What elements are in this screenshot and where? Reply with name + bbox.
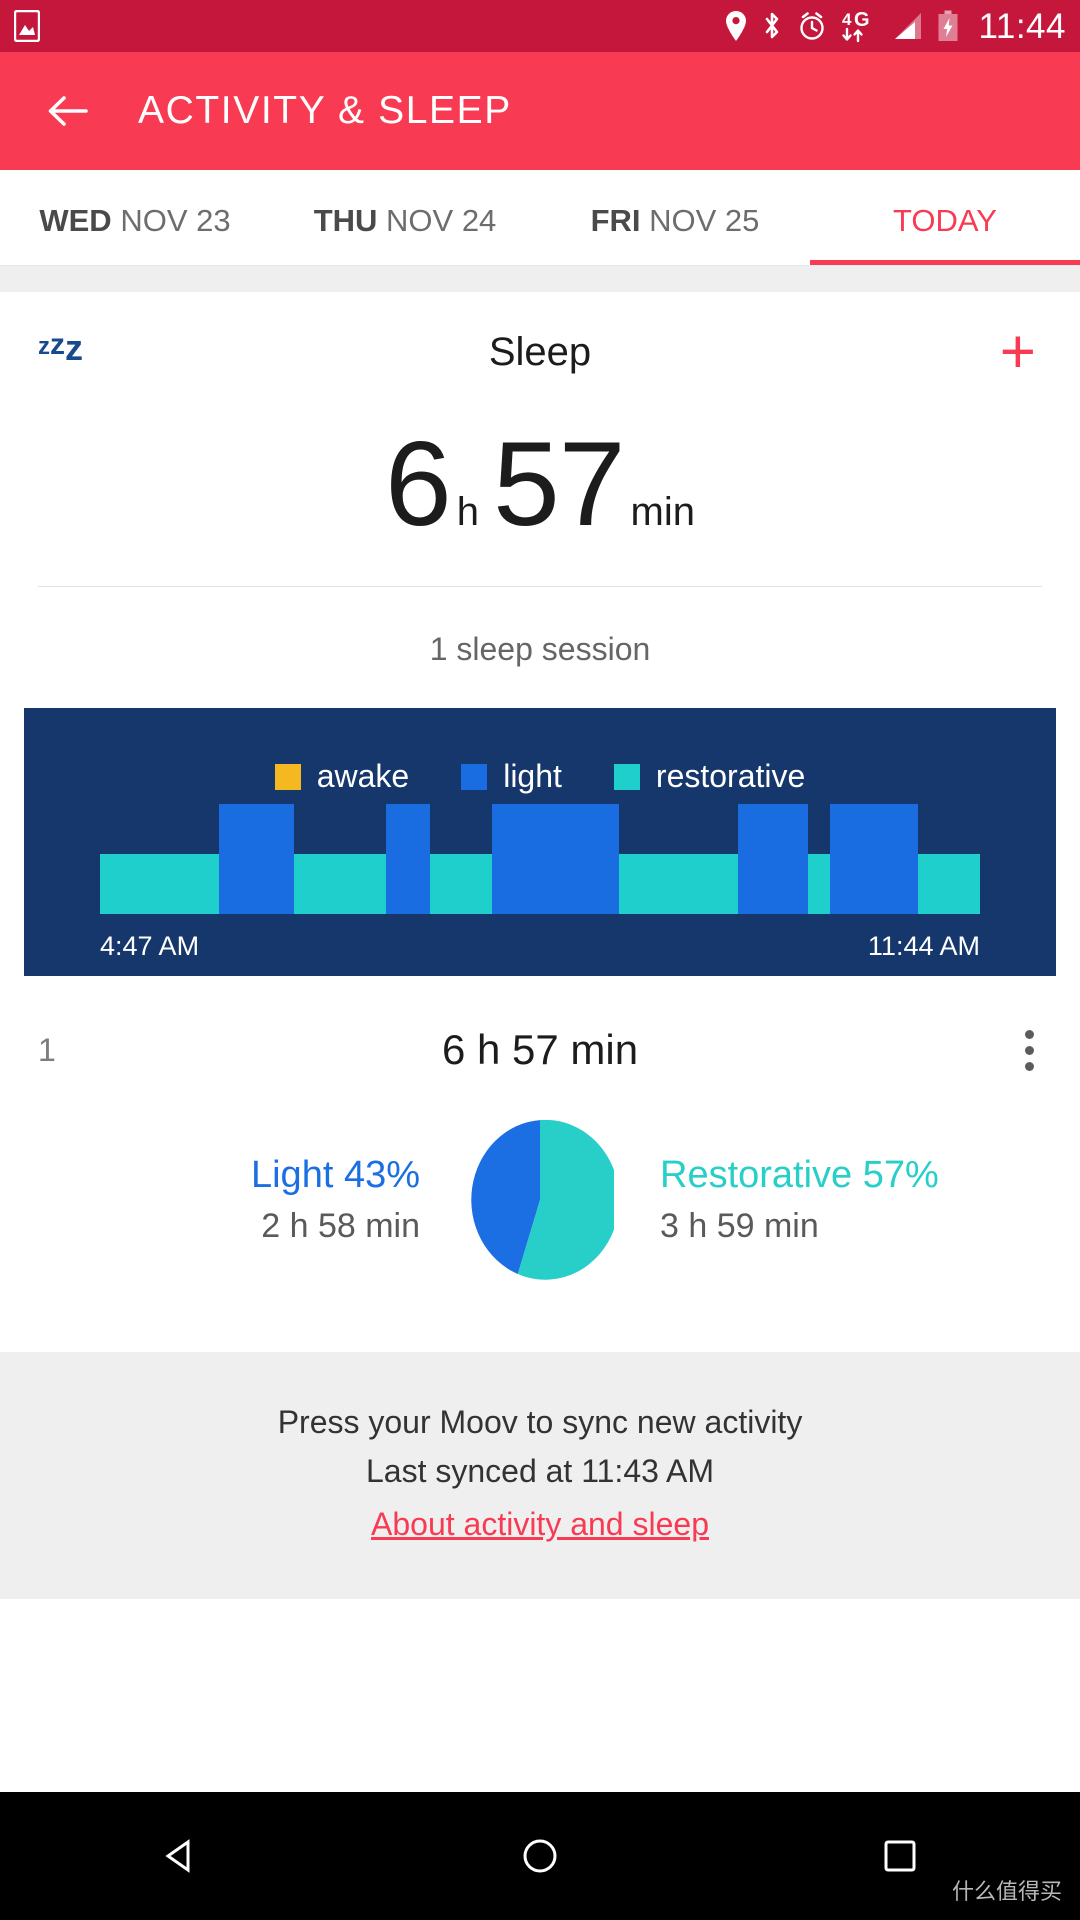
hypnogram-segment-light	[218, 804, 294, 914]
zzz-icon: zzz	[38, 327, 83, 368]
tab-dow: FRI	[590, 203, 641, 238]
sleep-session-count: 1 sleep session	[429, 631, 651, 667]
network-4g-icon: 4 G	[841, 9, 879, 43]
sleep-hours-unit: h	[456, 490, 480, 534]
hypnogram-segment-light	[385, 804, 430, 914]
overflow-menu-icon[interactable]	[1017, 1022, 1042, 1079]
legend-item-light: light	[461, 758, 562, 795]
pie-light-duration: 2 h 58 min	[261, 1206, 420, 1245]
legend-swatch-light	[461, 763, 488, 790]
sleep-minutes-value: 57	[493, 417, 625, 551]
tab-date: NOV 25	[649, 203, 760, 238]
app-bar: ACTIVITY & SLEEP	[0, 52, 1080, 170]
sleep-minutes-unit: min	[630, 490, 695, 534]
last-synced-text: Last synced at 11:43 AM	[365, 1453, 715, 1489]
legend-item-awake: awake	[274, 758, 410, 795]
chart-legend: awake light restorative	[24, 708, 1056, 795]
nav-home-icon[interactable]	[465, 1834, 615, 1878]
pie-legend-restorative: Restorative 57% 3 h 59 min	[660, 1152, 980, 1248]
legend-swatch-awake	[274, 763, 301, 790]
main-content: zzz Sleep + 6 h 57 min 1 sleep session a…	[0, 266, 1080, 1599]
hypnogram-segment-restorative	[293, 853, 386, 914]
legend-label-awake: awake	[316, 758, 410, 794]
nav-recents-icon[interactable]	[825, 1834, 975, 1878]
pie-restorative-duration: 3 h 59 min	[660, 1206, 819, 1245]
hypnogram-segment-restorative	[918, 853, 980, 914]
svg-text:4: 4	[842, 10, 852, 29]
legend-label-light: light	[503, 758, 562, 794]
add-sleep-button[interactable]: +	[1000, 321, 1036, 383]
tab-date: NOV 24	[386, 203, 497, 238]
status-bar-right: 4 G 11:44	[725, 9, 1067, 44]
bluetooth-icon	[761, 10, 783, 42]
tab-today[interactable]: TODAY	[810, 203, 1080, 265]
sleep-session-row[interactable]: 1 6 h 57 min	[0, 994, 1080, 1106]
chart-axis-start-time: 4:47 AM	[100, 931, 200, 961]
sleep-total-duration: 6 h 57 min	[0, 412, 1080, 586]
pie-restorative-percent: Restorative 57%	[660, 1154, 939, 1197]
hypnogram-bars	[100, 804, 980, 914]
chart-axis-end-time: 11:44 AM	[867, 931, 980, 961]
sync-footer: Press your Moov to sync new activity Las…	[0, 1352, 1080, 1599]
android-nav-bar: 什么值得买	[0, 1792, 1080, 1920]
location-pin-icon	[725, 10, 747, 42]
sleep-hypnogram-chart[interactable]: awake light restorative 4:47 AM 11:44 AM	[24, 708, 1056, 976]
about-activity-sleep-link[interactable]: About activity and sleep	[371, 1506, 709, 1543]
page-title: ACTIVITY & SLEEP	[138, 89, 512, 132]
sleep-card-header: zzz Sleep +	[0, 292, 1080, 412]
watermark: 什么值得买	[951, 1879, 1062, 1904]
pie-light-percent: Light 43%	[250, 1154, 420, 1197]
legend-item-restorative: restorative	[613, 758, 806, 795]
hypnogram-segment-light	[830, 804, 919, 914]
tab-thu-nov-24[interactable]: THU NOV 24	[270, 203, 540, 265]
sleep-composition-pie-block: Light 43% 2 h 58 min Restorative 57% 3 h…	[0, 1106, 1080, 1352]
tab-active-underline	[810, 260, 1080, 265]
pie-legend-light: Light 43% 2 h 58 min	[100, 1152, 420, 1248]
signal-bars-icon	[893, 10, 923, 42]
hypnogram-segment-restorative	[619, 853, 738, 914]
svg-text:G: G	[854, 9, 870, 31]
sync-instruction-text: Press your Moov to sync new activity	[277, 1404, 803, 1440]
alarm-icon	[797, 10, 827, 42]
tab-date: NOV 23	[120, 203, 231, 238]
image-icon	[14, 10, 40, 42]
tab-dow: WED	[39, 203, 112, 238]
sleep-hours-value: 6	[385, 417, 452, 551]
battery-charging-icon	[937, 10, 959, 42]
nav-back-icon[interactable]	[105, 1834, 255, 1878]
hypnogram-segment-light	[737, 804, 809, 914]
status-bar-clock: 11:44	[978, 6, 1066, 46]
legend-label-restorative: restorative	[655, 758, 806, 794]
tab-dow: THU	[313, 203, 378, 238]
tab-date: TODAY	[893, 203, 997, 238]
hypnogram-segment-restorative	[808, 853, 831, 914]
hypnogram-segment-restorative	[100, 853, 219, 914]
hypnogram-segment-restorative	[429, 853, 492, 914]
tab-fri-nov-25[interactable]: FRI NOV 25	[540, 203, 810, 265]
hypnogram-segment-light	[491, 804, 620, 914]
tab-wed-nov-23[interactable]: WED NOV 23	[0, 203, 270, 265]
status-bar: 4 G 11:44	[0, 0, 1080, 52]
legend-swatch-restorative	[613, 763, 640, 790]
back-arrow-icon[interactable]	[44, 87, 92, 135]
sleep-card-title: Sleep	[488, 329, 592, 374]
session-duration: 6 h 57 min	[441, 1026, 639, 1073]
sleep-composition-pie-chart	[471, 1120, 614, 1280]
status-bar-left	[14, 10, 40, 42]
section-divider	[0, 266, 1080, 292]
date-tab-bar: WED NOV 23 THU NOV 24 FRI NOV 25 TODAY	[0, 170, 1080, 266]
